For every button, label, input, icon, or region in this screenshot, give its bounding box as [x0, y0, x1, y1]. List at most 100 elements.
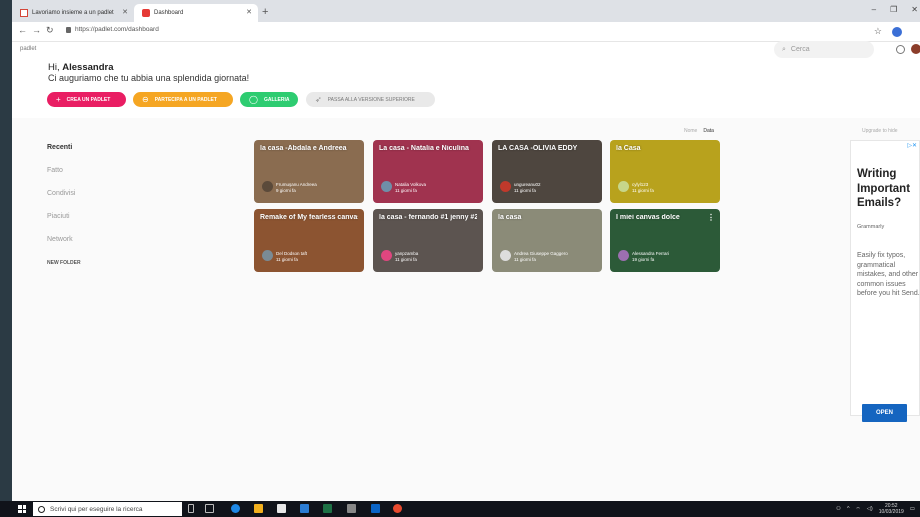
padlet-card[interactable]: La casa - Natalia e Niculina Natalia Vol… [373, 140, 483, 203]
taskbar-search-placeholder: Scrivi qui per eseguire la ricerca [50, 505, 143, 513]
adchoices-icon[interactable]: ▷✕ [907, 142, 917, 149]
tab-dashboard[interactable]: Dashboard ✕ [134, 4, 258, 22]
card-title: LA CASA -OLIVIA EDDY [498, 145, 578, 152]
people-icon[interactable]: ⚇ [836, 506, 841, 512]
card-title: la Casa [616, 145, 641, 152]
dashboard-content: Recenti Fatto Condivisi Piaciuti Network… [12, 118, 920, 501]
upgrade-to-hide-link[interactable]: Upgrade to hide [862, 128, 898, 134]
link-icon: ⊖ [142, 95, 149, 104]
sidebar-item-recenti[interactable]: Recenti [47, 144, 72, 151]
create-label: CREA UN PADLET [66, 96, 111, 103]
browser-window: Lavoriamo insieme a un padlet ✕ Dashboar… [12, 0, 920, 501]
card-title: la casa - fernando #1 jenny #2 [379, 214, 477, 221]
maximize-icon[interactable]: ❐ [890, 5, 897, 14]
chevron-up-icon[interactable]: ^ [847, 506, 850, 512]
word-icon[interactable] [300, 504, 309, 513]
file-explorer-icon[interactable] [254, 504, 263, 513]
upgrade-label: PASSA ALLA VERSIONE SUPERIORE [327, 96, 415, 103]
card-user: Del Dodson taft [276, 251, 308, 256]
help-icon[interactable] [896, 45, 905, 54]
store-icon[interactable] [277, 504, 286, 513]
tab-strip: Lavoriamo insieme a un padlet ✕ Dashboar… [12, 0, 920, 22]
tab-padlet[interactable]: Lavoriamo insieme a un padlet ✕ [12, 4, 134, 22]
sidebar-item-condivisi[interactable]: Condivisi [47, 190, 75, 197]
padlet-icon [142, 9, 150, 17]
task-view-icon[interactable] [205, 504, 214, 513]
network-icon[interactable]: ⌔ [856, 506, 861, 513]
windows-start-icon[interactable] [18, 505, 26, 513]
sidebar-item-piaciuti[interactable]: Piaciuti [47, 213, 70, 220]
card-user: Natalia Volkova [395, 182, 427, 187]
close-window-icon[interactable]: ✕ [911, 5, 918, 14]
search-input[interactable]: ⌕ Cerca [774, 41, 874, 58]
lock-icon [66, 26, 71, 33]
card-time: 11 giorni fa [632, 188, 654, 193]
ad-banner[interactable]: ▷✕ Writing Important Emails? Grammarly E… [850, 140, 920, 422]
cortana-icon [38, 505, 45, 513]
close-icon[interactable]: ✕ [246, 8, 252, 16]
create-padlet-button[interactable]: + CREA UN PADLET [47, 92, 126, 107]
search-placeholder: Cerca [790, 46, 810, 53]
ad-description: Easily fix typos, grammatical mistakes, … [857, 252, 920, 297]
reload-icon[interactable]: ↻ [46, 25, 54, 36]
padlet-card[interactable]: Remake of My fearless canvas Del Dodson … [254, 209, 364, 272]
padlet-card[interactable]: la casa Andrea Giuseppe Gaggero 11 giorn… [492, 209, 602, 272]
more-options-icon[interactable]: ⋮ [707, 213, 715, 222]
sort-name[interactable]: Nome [684, 128, 697, 134]
padlet-card[interactable]: la casa -Abdala e Andreea Frumuşanu Andr… [254, 140, 364, 203]
card-title: I miei canvas dolce [616, 214, 680, 221]
forward-icon[interactable]: → [32, 25, 41, 35]
pen-icon[interactable] [347, 504, 356, 513]
minimize-icon[interactable]: – [872, 5, 876, 14]
avatar [618, 181, 629, 192]
system-tray: ⚇ ^ ⌔ ◁) 20:52 10/03/2019 ▭ [836, 503, 915, 515]
card-user: Alessandra Ferrari [632, 251, 670, 256]
clock-date: 10/03/2019 [878, 509, 904, 515]
sidebar-item-fatto[interactable]: Fatto [47, 167, 63, 174]
padlet-card[interactable]: la casa - fernando #1 jenny #2 yanpzamba… [373, 209, 483, 272]
avatar[interactable] [911, 44, 920, 54]
address-toolbar: ← → ↻ https://padlet.com/dashboard ☆ [12, 22, 920, 42]
new-tab-button[interactable]: + [262, 6, 268, 18]
padlet-card[interactable]: la Casa cylyl123 11 giorni fa [610, 140, 720, 203]
excel-icon[interactable] [323, 504, 332, 513]
microphone-icon[interactable] [188, 504, 194, 513]
gmail-icon [20, 9, 28, 17]
notification-icon[interactable]: ▭ [910, 506, 915, 512]
avatar [381, 250, 392, 261]
card-title: Remake of My fearless canvas [260, 214, 358, 221]
card-title: La casa - Natalia e Niculina [379, 145, 469, 152]
back-icon[interactable]: ← [18, 25, 27, 35]
new-folder-button[interactable]: NEW FOLDER [47, 260, 81, 266]
padlet-logo[interactable]: padlet [20, 46, 36, 52]
edge-icon[interactable] [231, 504, 240, 513]
ad-brand: Grammarly [857, 224, 885, 230]
profile-icon[interactable] [892, 27, 902, 37]
card-user: Andrea Giuseppe Gaggero [514, 251, 568, 256]
chrome-icon[interactable] [393, 504, 402, 513]
card-user: ungureanu02 [514, 182, 541, 187]
bookmark-star-icon[interactable]: ☆ [874, 26, 882, 37]
sort-date[interactable]: Data [703, 128, 714, 134]
card-title: la casa [498, 214, 522, 221]
join-padlet-button[interactable]: ⊖ PARTECIPA A UN PADLET [133, 92, 233, 107]
avatar [500, 250, 511, 261]
card-time: 11 giorni fa [395, 188, 417, 193]
outlook-icon[interactable] [371, 504, 380, 513]
card-user: yanpzamba [395, 251, 419, 256]
gallery-button[interactable]: ◯ GALLERIA [240, 92, 298, 107]
sidebar-item-network[interactable]: Network [47, 236, 73, 243]
avatar [381, 181, 392, 192]
rocket-icon: ➶ [315, 95, 322, 104]
card-time: 11 giorni fa [276, 257, 298, 262]
windows-taskbar: Scrivi qui per eseguire la ricerca ⚇ ^ ⌔… [0, 501, 920, 517]
ad-open-button[interactable]: OPEN [862, 404, 907, 422]
upgrade-button[interactable]: ➶ PASSA ALLA VERSIONE SUPERIORE [306, 92, 435, 107]
address-bar[interactable]: https://padlet.com/dashboard [66, 26, 159, 33]
taskbar-search[interactable]: Scrivi qui per eseguire la ricerca [33, 502, 182, 516]
padlet-card[interactable]: LA CASA -OLIVIA EDDY ungureanu02 11 gior… [492, 140, 602, 203]
clock[interactable]: 20:52 10/03/2019 [879, 503, 904, 515]
padlet-card[interactable]: I miei canvas dolce ⋮ Alessandra Ferrari… [610, 209, 720, 272]
volume-icon[interactable]: ◁) [867, 506, 873, 512]
close-icon[interactable]: ✕ [122, 8, 128, 16]
